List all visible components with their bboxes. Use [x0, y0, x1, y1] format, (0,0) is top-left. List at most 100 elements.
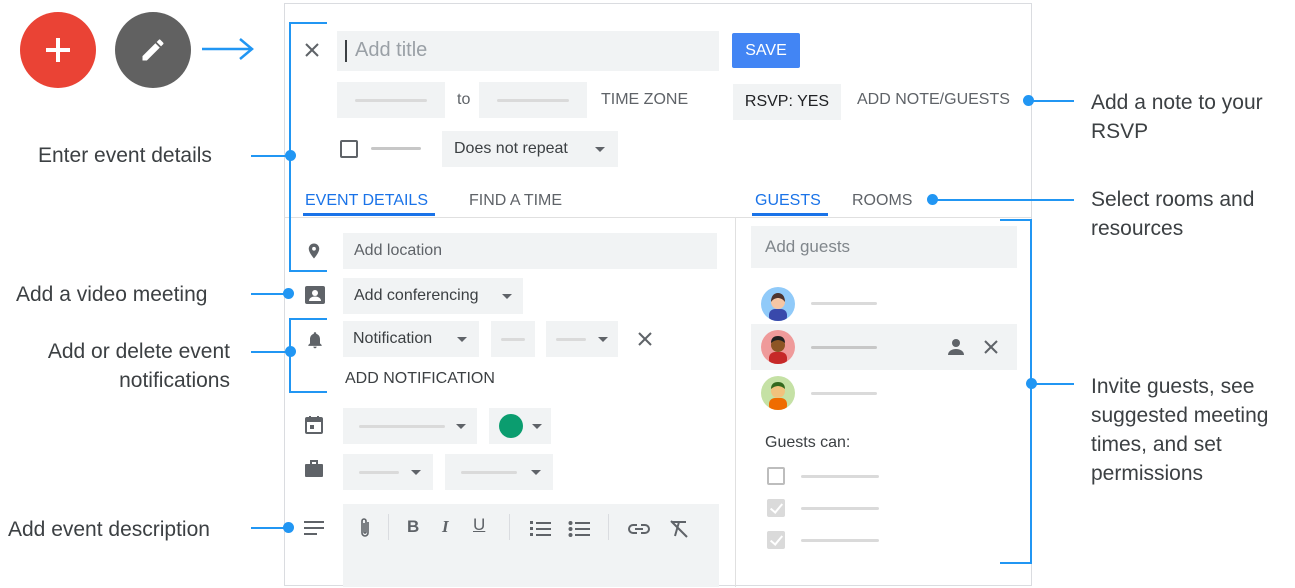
callout-notifications: Add or delete event notifications: [12, 337, 230, 395]
close-icon[interactable]: [304, 42, 320, 58]
link-icon[interactable]: [627, 522, 651, 536]
callout-invite-line2: suggested meeting: [1091, 404, 1269, 427]
clear-formatting-icon[interactable]: [668, 519, 690, 539]
repeat-dropdown[interactable]: Does not repeat: [442, 131, 618, 167]
callout-line: [1030, 100, 1074, 102]
plus-icon: [46, 38, 70, 62]
callout-invite-line3: times, and set: [1091, 433, 1222, 456]
bold-icon[interactable]: B: [407, 517, 419, 537]
tab-find-a-time[interactable]: FIND A TIME: [469, 190, 579, 216]
notification-type-dropdown[interactable]: Notification: [343, 321, 479, 357]
guest-row[interactable]: [751, 372, 1017, 414]
title-input[interactable]: Add title: [337, 31, 719, 71]
chevron-down-icon: [598, 337, 608, 342]
callout-dot: [283, 288, 294, 299]
tab-guests[interactable]: GUESTS: [752, 190, 828, 216]
add-notification-link[interactable]: ADD NOTIFICATION: [345, 370, 495, 388]
edit-event-fab[interactable]: [115, 12, 191, 88]
all-day-checkbox[interactable]: [340, 140, 358, 158]
to-label: to: [457, 91, 471, 108]
bracket-guests: [1000, 219, 1032, 221]
start-date-field[interactable]: [337, 82, 445, 118]
guest-row[interactable]: [751, 284, 1017, 324]
availability-dropdown[interactable]: [343, 454, 433, 490]
bracket-details: [289, 22, 327, 24]
tab-event-details-label: EVENT DETAILS: [305, 192, 428, 209]
callout-line: [934, 199, 1074, 201]
conferencing-dropdown[interactable]: Add conferencing: [343, 278, 523, 314]
callout-invite-guests: Invite guests, see suggested meeting tim…: [1091, 372, 1268, 488]
callout-invite-line1: Invite guests, see: [1091, 375, 1255, 398]
calendar-dropdown[interactable]: [343, 408, 477, 444]
save-label: SAVE: [745, 42, 787, 59]
pencil-icon: [142, 39, 164, 61]
bell-icon: [308, 332, 322, 349]
repeat-label: Does not repeat: [454, 140, 568, 157]
callout-rsvp-note: Add a note to your RSVP: [1091, 88, 1263, 146]
notification-label: Notification: [353, 330, 433, 347]
notification-unit-dropdown[interactable]: [546, 321, 618, 357]
callout-rooms: Select rooms and resources: [1091, 185, 1254, 243]
numbered-list-icon[interactable]: [529, 520, 551, 538]
callout-rsvp-note-line1: Add a note to your: [1091, 91, 1263, 114]
guests-can-label: Guests can:: [765, 434, 851, 451]
event-edit-dialog: Add title SAVE to TIME ZONE RSVP: YES AD…: [284, 3, 1032, 587]
briefcase-icon: [305, 460, 323, 477]
arrow-right-icon: [202, 38, 254, 60]
callout-line: [251, 155, 289, 157]
chevron-down-icon: [502, 294, 512, 299]
time-zone-link[interactable]: TIME ZONE: [601, 91, 688, 109]
location-input[interactable]: Add location: [343, 233, 717, 269]
tabs-divider: [285, 217, 1031, 218]
visibility-dropdown[interactable]: [445, 454, 553, 490]
permission-checkbox[interactable]: [767, 531, 785, 549]
chevron-down-icon: [532, 424, 542, 429]
location-pin-icon: [308, 243, 320, 259]
rsvp-button[interactable]: RSVP: YES: [733, 84, 841, 120]
callout-rooms-line2: resources: [1091, 217, 1184, 240]
guest-row[interactable]: [751, 324, 1017, 370]
permission-label-placeholder: [801, 539, 879, 542]
toolbar-separator: [509, 514, 510, 540]
end-date-field[interactable]: [479, 82, 587, 118]
permission-checkbox[interactable]: [767, 499, 785, 517]
permission-checkbox[interactable]: [767, 467, 785, 485]
attachment-icon[interactable]: [358, 516, 372, 540]
bulleted-list-icon[interactable]: [568, 520, 590, 538]
person-icon[interactable]: [947, 338, 965, 356]
toolbar-separator: [388, 514, 389, 540]
delete-notification-icon[interactable]: [637, 331, 653, 347]
guest-avatar: [761, 330, 795, 364]
guest-avatar: [761, 287, 795, 321]
add-guests-input[interactable]: Add guests: [751, 226, 1017, 268]
callout-dot: [285, 150, 296, 161]
remove-guest-icon[interactable]: [983, 339, 999, 355]
add-note-guests-link[interactable]: ADD NOTE/GUESTS: [857, 91, 1010, 109]
underline-icon[interactable]: U: [473, 515, 485, 535]
rsvp-label: RSVP: YES: [744, 93, 830, 110]
callout-line: [251, 351, 287, 353]
video-meeting-icon: [305, 286, 325, 304]
description-editor[interactable]: B I U: [343, 504, 719, 587]
create-event-fab[interactable]: [20, 12, 96, 88]
event-color-dropdown[interactable]: [489, 408, 551, 444]
callout-description: Add event description: [8, 518, 210, 541]
save-button[interactable]: SAVE: [732, 33, 800, 68]
description-icon: [304, 521, 324, 535]
tab-rooms-label: ROOMS: [852, 192, 913, 209]
tab-find-a-time-label: FIND A TIME: [469, 192, 563, 209]
title-placeholder: Add title: [355, 39, 428, 61]
callout-video-meeting: Add a video meeting: [16, 283, 208, 306]
notification-amount-field[interactable]: [491, 321, 535, 357]
all-day-label-placeholder: [371, 147, 421, 150]
italic-icon[interactable]: I: [442, 517, 449, 537]
chevron-down-icon: [531, 470, 541, 475]
tab-rooms[interactable]: ROOMS: [852, 190, 918, 216]
tab-event-details[interactable]: EVENT DETAILS: [303, 190, 435, 216]
bracket-guests: [1000, 562, 1032, 564]
chevron-down-icon: [456, 424, 466, 429]
bracket-guests: [1030, 219, 1032, 564]
bracket-details: [289, 22, 291, 272]
callout-rooms-line1: Select rooms and: [1091, 188, 1255, 211]
permission-label-placeholder: [801, 507, 879, 510]
